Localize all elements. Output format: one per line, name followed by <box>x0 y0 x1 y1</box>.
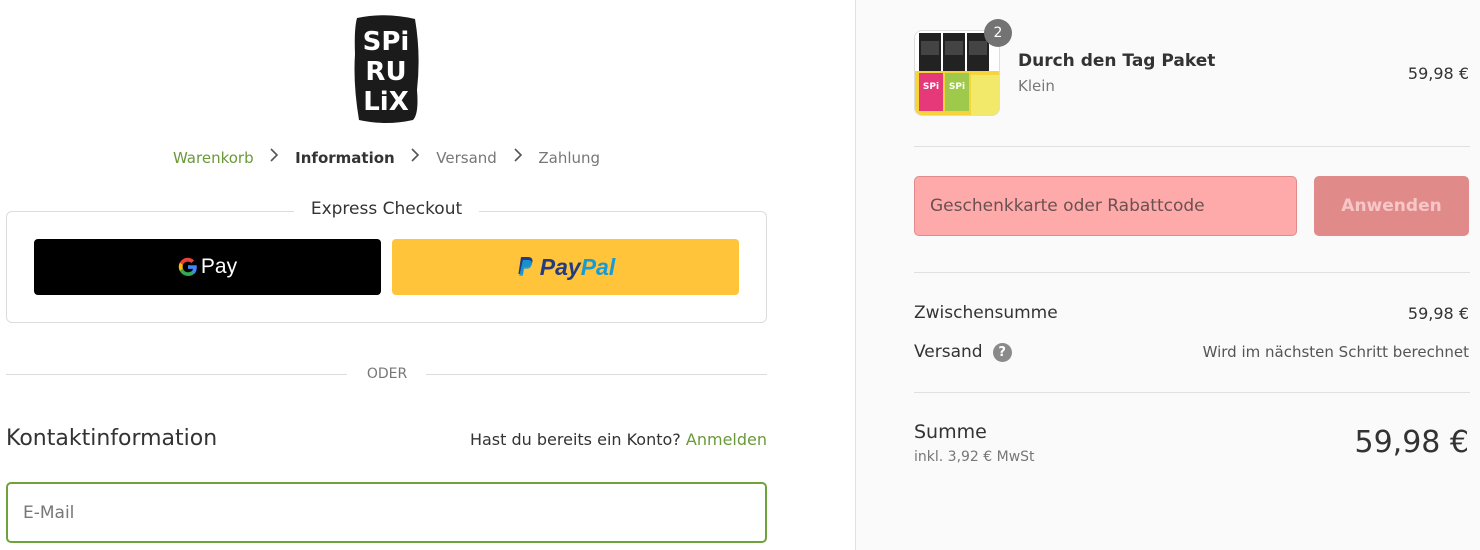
breadcrumb-information: Information <box>295 148 395 167</box>
spirulix-logo[interactable]: SPi RU LiX <box>351 14 421 124</box>
paypal-label: PayPal <box>539 253 616 280</box>
divider <box>914 392 1470 393</box>
breadcrumb-shipping: Versand <box>436 148 497 167</box>
chevron-right-icon <box>270 148 279 162</box>
svg-text:LiX: LiX <box>363 87 409 117</box>
breadcrumb-cart[interactable]: Warenkorb <box>173 149 254 167</box>
account-prompt-text: Hast du bereits ein Konto? <box>469 430 681 449</box>
email-field[interactable] <box>6 482 767 543</box>
shipping-value: Wird im nächsten Schritt berechnet <box>1202 343 1469 361</box>
product-price: 59,98 € <box>1407 64 1469 83</box>
discount-code-field[interactable] <box>914 176 1297 236</box>
checkout-main: SPi RU LiX Warenkorb Information Versand… <box>0 0 855 550</box>
shipping-row: Versand? <box>914 342 1012 362</box>
paypal-button[interactable]: PayPal <box>392 239 739 295</box>
svg-text:SPi: SPi <box>923 82 939 92</box>
divider-line-left <box>6 374 347 375</box>
google-g-icon <box>178 257 197 277</box>
shipping-label: Versand <box>914 342 983 362</box>
product-name: Durch den Tag Paket <box>1018 51 1216 71</box>
divider-label: ODER <box>366 366 408 382</box>
chevron-right-icon <box>514 148 522 162</box>
total-value: 59,98 € <box>1354 425 1469 460</box>
svg-text:SPi: SPi <box>363 27 410 57</box>
apply-discount-button[interactable]: Anwenden <box>1314 176 1469 236</box>
google-pay-label: Pay <box>200 255 238 278</box>
paypal-icon <box>518 257 533 276</box>
subtotal-label: Zwischensumme <box>914 303 1058 323</box>
express-checkout-title: Express Checkout <box>0 199 773 219</box>
product-image: SPi SPi <box>915 31 999 115</box>
account-prompt: Hast du bereits ein Konto? Anmelden <box>470 430 767 449</box>
svg-text:RU: RU <box>365 57 406 87</box>
breadcrumb: Warenkorb Information Versand Zahlung <box>0 148 773 167</box>
quantity-badge: 2 <box>984 19 1012 47</box>
tax-note: inkl. 3,92 € MwSt <box>914 449 1035 465</box>
subtotal-value: 59,98 € <box>1407 304 1469 323</box>
login-link[interactable]: Anmelden <box>686 430 767 449</box>
google-pay-button[interactable]: Pay <box>34 239 381 295</box>
product-variant: Klein <box>1018 77 1055 95</box>
help-icon[interactable]: ? <box>992 342 1012 362</box>
chevron-right-icon <box>411 148 420 162</box>
total-label: Summe <box>914 421 987 443</box>
order-summary: SPi SPi 2 Durch den Tag Paket Klein 59,9… <box>855 0 1480 550</box>
divider <box>914 146 1470 147</box>
contact-title: Kontaktinformation <box>6 426 218 451</box>
svg-text:SPi: SPi <box>949 82 965 92</box>
breadcrumb-payment: Zahlung <box>538 148 601 167</box>
divider-line-right <box>426 374 767 375</box>
divider <box>914 272 1470 273</box>
